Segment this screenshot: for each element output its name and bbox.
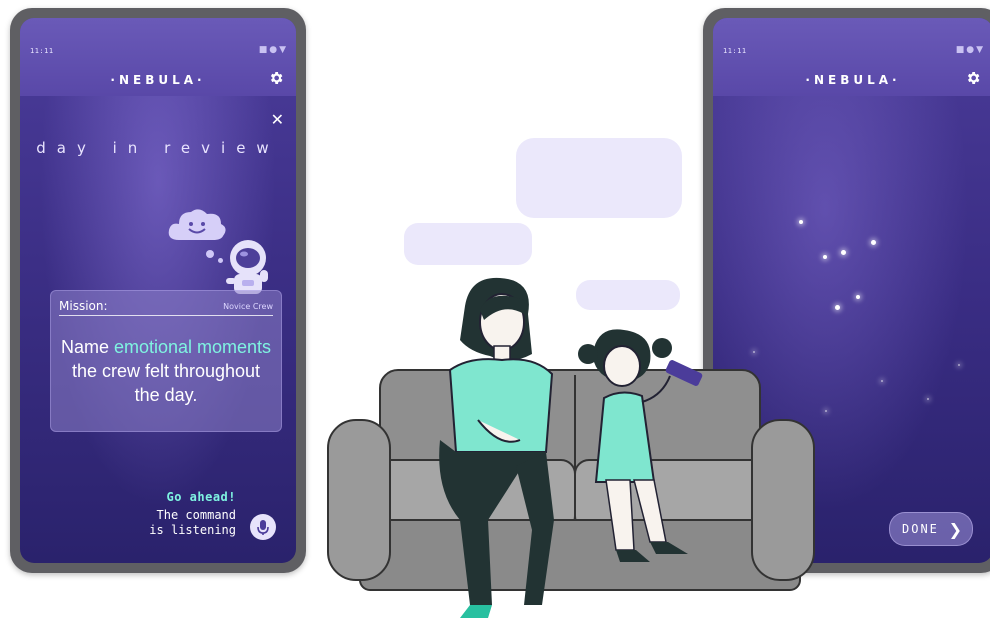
speech-bubble bbox=[404, 223, 532, 265]
screen-day-in-review: 11:11 ■●▼ ·NEBULA· ✕ day in review Missi… bbox=[20, 18, 296, 563]
star bbox=[823, 255, 827, 259]
astronaut-icon bbox=[226, 240, 268, 294]
star bbox=[871, 240, 876, 245]
star bbox=[825, 410, 827, 412]
status-icons: ■●▼ bbox=[258, 45, 288, 55]
speech-bubble bbox=[516, 138, 682, 218]
app-brand: ·NEBULA· bbox=[805, 73, 901, 87]
app-brand: ·NEBULA· bbox=[110, 73, 206, 87]
chevron-right-icon: ❯ bbox=[948, 520, 962, 539]
family-on-sofa-illustration bbox=[327, 277, 815, 618]
star bbox=[841, 250, 846, 255]
microphone-icon bbox=[257, 520, 269, 535]
mission-text: Name emotional moments the crew felt thr… bbox=[57, 335, 275, 407]
mission-text-highlight: emotional moments bbox=[113, 337, 272, 357]
done-button[interactable]: DONE ❯ bbox=[889, 512, 973, 546]
star bbox=[958, 364, 960, 366]
star bbox=[835, 305, 840, 310]
done-label: DONE bbox=[902, 522, 939, 536]
mission-card: Mission: Novice Crew Name emotional mome… bbox=[50, 290, 282, 432]
go-ahead-label: Go ahead! bbox=[166, 490, 236, 504]
close-icon[interactable]: ✕ bbox=[271, 112, 284, 128]
app-header: 11:11 ■●▼ ·NEBULA· bbox=[20, 18, 296, 96]
mission-header: Mission: Novice Crew bbox=[59, 299, 273, 316]
crew-level-label: Novice Crew bbox=[223, 302, 273, 311]
review-title: day in review bbox=[36, 139, 280, 157]
mission-text-start: Name bbox=[60, 337, 114, 357]
thought-dot bbox=[206, 250, 214, 258]
star bbox=[799, 220, 803, 224]
star bbox=[856, 295, 860, 299]
status-time: 11:11 bbox=[723, 47, 747, 55]
listening-line-1: The command bbox=[156, 508, 236, 522]
listening-line-2: is listening bbox=[149, 523, 236, 537]
listening-status: The command is listening bbox=[149, 508, 236, 538]
gear-icon[interactable] bbox=[965, 70, 981, 86]
gear-icon[interactable] bbox=[268, 70, 284, 86]
microphone-button[interactable] bbox=[250, 514, 276, 540]
status-time: 11:11 bbox=[30, 47, 54, 55]
star bbox=[881, 380, 883, 382]
star bbox=[927, 398, 929, 400]
mission-label: Mission: bbox=[59, 299, 108, 313]
phone-left: 11:11 ■●▼ ·NEBULA· ✕ day in review Missi… bbox=[10, 8, 306, 573]
status-icons: ■●▼ bbox=[955, 45, 985, 55]
mission-text-end: the crew felt throughout the day. bbox=[71, 361, 261, 405]
app-header: 11:11 ■●▼ ·NEBULA· bbox=[713, 18, 990, 96]
